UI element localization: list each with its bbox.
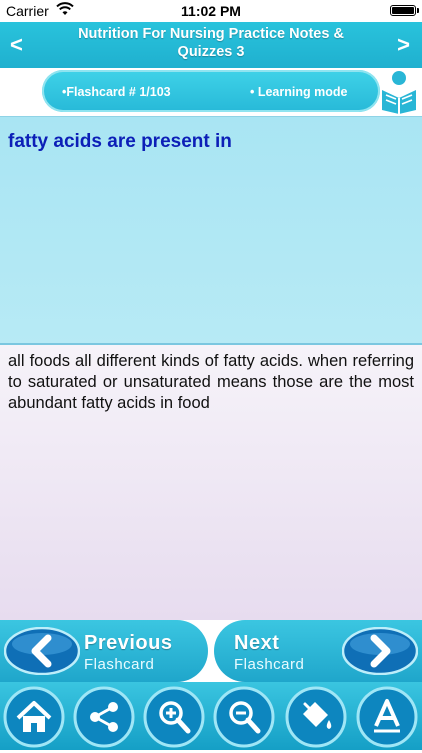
paint-bucket-icon [285, 686, 347, 748]
reader-book-icon[interactable] [378, 68, 420, 119]
bottom-toolbar [0, 682, 422, 750]
clock: 11:02 PM [181, 3, 241, 19]
home-button[interactable] [3, 686, 65, 748]
arrow-right-icon [341, 626, 419, 680]
font-size-button[interactable] [356, 686, 418, 748]
info-bar: •Flashcard # 1/103 • Learning mode [0, 68, 422, 116]
next-sublabel: Flashcard [234, 656, 305, 673]
forward-button[interactable]: > [397, 32, 410, 58]
zoom-in-icon [143, 686, 205, 748]
font-icon [356, 686, 418, 748]
share-button[interactable] [73, 686, 135, 748]
battery-icon [390, 5, 419, 16]
flashcard-counter: •Flashcard # 1/103 [62, 85, 171, 99]
page-title: Nutrition For Nursing Practice Notes & Q… [78, 26, 344, 60]
next-flashcard-button[interactable]: Next Flashcard [214, 620, 422, 682]
previous-sublabel: Flashcard [84, 656, 155, 673]
question-text: fatty acids are present in [8, 131, 232, 152]
flashcard-info-pill: •Flashcard # 1/103 • Learning mode [42, 70, 380, 112]
previous-label: Previous [84, 632, 173, 654]
share-icon [73, 686, 135, 748]
question-panel: fatty acids are present in [0, 116, 422, 344]
flashcard-navigation: Previous Flashcard Next Flashcard [0, 620, 422, 682]
zoom-out-icon [213, 686, 275, 748]
theme-button[interactable] [285, 686, 347, 748]
status-bar: Carrier 11:02 PM [0, 0, 422, 22]
arrow-left-icon [3, 626, 81, 680]
answer-panel: all foods all different kinds of fatty a… [0, 345, 422, 620]
back-button[interactable]: < [10, 32, 23, 58]
answer-text: all foods all different kinds of fatty a… [8, 352, 414, 412]
previous-flashcard-button[interactable]: Previous Flashcard [0, 620, 208, 682]
app-header: < Nutrition For Nursing Practice Notes &… [0, 22, 422, 68]
learning-mode-label: • Learning mode [250, 85, 348, 99]
home-icon [3, 686, 65, 748]
next-label: Next [234, 632, 280, 654]
zoom-out-button[interactable] [213, 686, 275, 748]
zoom-in-button[interactable] [143, 686, 205, 748]
